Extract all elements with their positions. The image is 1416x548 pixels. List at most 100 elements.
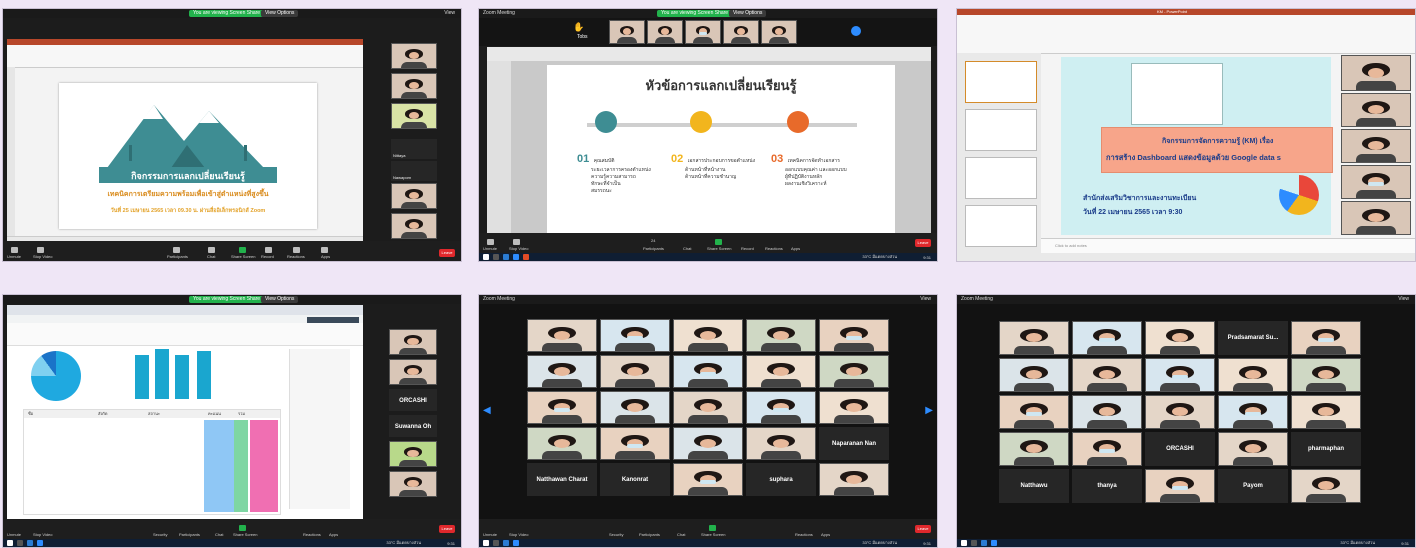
participant-video[interactable] xyxy=(389,441,437,467)
participant-video[interactable] xyxy=(527,391,597,424)
participant-video[interactable] xyxy=(999,358,1069,392)
leave-button[interactable]: Leave xyxy=(439,249,455,257)
participant-tile[interactable]: Natthawu xyxy=(999,469,1069,503)
participants-button[interactable]: Participants xyxy=(167,254,188,259)
edge-icon[interactable] xyxy=(981,540,987,546)
participant-video[interactable] xyxy=(746,355,816,388)
participant-video[interactable] xyxy=(1072,321,1142,355)
participant-video[interactable] xyxy=(999,432,1069,466)
share-screen-button[interactable]: Share Screen xyxy=(233,532,257,537)
chat-button[interactable]: Chat xyxy=(215,532,223,537)
zoom-icon[interactable] xyxy=(37,540,43,546)
leave-button[interactable]: Leave xyxy=(439,525,455,533)
notes-placeholder[interactable]: Click to add notes xyxy=(1055,243,1087,248)
participant-video[interactable] xyxy=(1072,358,1142,392)
participant-video[interactable] xyxy=(1072,432,1142,466)
view-options-button[interactable]: View Options xyxy=(261,296,299,303)
participant-tile[interactable]: suphara xyxy=(746,463,816,496)
participant-tile[interactable]: ORCASHI xyxy=(389,389,437,411)
search-icon[interactable] xyxy=(971,540,977,546)
participant-tile[interactable]: Suwanna Oh xyxy=(389,415,437,437)
participant-video[interactable] xyxy=(1341,129,1411,163)
chrome-icon[interactable] xyxy=(523,254,529,260)
edge-icon[interactable] xyxy=(503,540,509,546)
participant-video[interactable] xyxy=(1291,395,1361,429)
slide-thumbnail[interactable] xyxy=(965,61,1037,103)
participant-tile[interactable]: ORCASHI xyxy=(1145,432,1215,466)
chat-icon[interactable] xyxy=(208,247,215,253)
participant-video[interactable] xyxy=(527,355,597,388)
share-screen-button[interactable]: Share Screen xyxy=(701,532,725,537)
participant-video[interactable] xyxy=(1145,395,1215,429)
record-button[interactable]: Record xyxy=(741,246,754,251)
participant-video[interactable] xyxy=(999,321,1069,355)
participant-video[interactable] xyxy=(389,359,437,385)
participant-video[interactable] xyxy=(746,319,816,352)
share-screen-icon[interactable] xyxy=(715,239,722,245)
chart-editor-panel[interactable] xyxy=(289,349,350,509)
participant-video[interactable] xyxy=(1291,358,1361,392)
participant-tile[interactable]: Payom xyxy=(1218,469,1288,503)
slide-thumbnail[interactable] xyxy=(965,205,1037,247)
participant-video[interactable] xyxy=(819,463,889,496)
stop-video-button[interactable]: Stop Video xyxy=(509,246,529,251)
next-page-icon[interactable] xyxy=(851,26,861,36)
participant-video[interactable] xyxy=(1145,321,1215,355)
video-camera-icon[interactable] xyxy=(37,247,44,253)
ppt-ribbon[interactable] xyxy=(957,15,1415,54)
reactions-icon[interactable] xyxy=(293,247,300,253)
apps-button[interactable]: Apps xyxy=(321,254,330,259)
view-button[interactable]: View xyxy=(1398,296,1409,302)
slide-thumbnail[interactable] xyxy=(965,109,1037,151)
participant-video[interactable] xyxy=(600,355,670,388)
reactions-button[interactable]: Reactions xyxy=(303,532,321,537)
participant-tile[interactable]: pharmaphan xyxy=(1291,432,1361,466)
participant-video[interactable] xyxy=(673,463,743,496)
participant-video[interactable] xyxy=(389,471,437,497)
participant-video[interactable] xyxy=(600,319,670,352)
participant-video[interactable] xyxy=(647,20,683,44)
participant-video[interactable] xyxy=(819,391,889,424)
participant-video[interactable] xyxy=(1072,395,1142,429)
view-button[interactable]: View xyxy=(920,296,931,302)
record-button[interactable]: Record xyxy=(261,254,274,259)
unmute-button[interactable]: Unmute xyxy=(483,246,497,251)
participant-video[interactable] xyxy=(391,73,437,99)
browser-tabs[interactable] xyxy=(7,305,363,315)
participant-video[interactable] xyxy=(673,391,743,424)
participant-video[interactable] xyxy=(391,43,437,69)
stop-video-button[interactable]: Stop Video xyxy=(509,532,529,537)
leave-button[interactable]: Leave xyxy=(915,525,931,533)
app-left-tools[interactable] xyxy=(487,61,511,241)
unmute-button[interactable]: Unmute xyxy=(7,532,21,537)
reactions-button[interactable]: Reactions xyxy=(765,246,783,251)
participant-video[interactable] xyxy=(1291,469,1361,503)
participant-video[interactable] xyxy=(1218,395,1288,429)
participants-icon[interactable] xyxy=(173,247,180,253)
participant-video[interactable] xyxy=(1341,165,1411,199)
unmute-button[interactable]: Unmute xyxy=(483,532,497,537)
participant-video[interactable] xyxy=(600,391,670,424)
edge-icon[interactable] xyxy=(27,540,33,546)
participants-button[interactable]: Participants xyxy=(179,532,200,537)
sheets-toolbar[interactable] xyxy=(7,323,363,346)
participant-video[interactable] xyxy=(673,319,743,352)
participant-video[interactable] xyxy=(685,20,721,44)
search-icon[interactable] xyxy=(17,540,23,546)
view-button[interactable]: View xyxy=(444,10,455,16)
notes-pane[interactable]: Click to add notes xyxy=(1041,238,1415,253)
participant-video[interactable] xyxy=(819,355,889,388)
leave-button[interactable]: Leave xyxy=(915,239,931,247)
zoom-icon[interactable] xyxy=(991,540,997,546)
previous-page-icon[interactable]: ◀ xyxy=(483,405,491,416)
participant-video[interactable] xyxy=(1145,469,1215,503)
next-page-icon[interactable]: ▶ xyxy=(925,405,933,416)
share-screen-button[interactable]: Share Screen xyxy=(707,246,731,251)
participant-tile[interactable]: Pradsamarat Su... xyxy=(1218,321,1288,355)
participant-video[interactable] xyxy=(609,20,645,44)
zoom-icon[interactable] xyxy=(513,540,519,546)
stop-video-button[interactable]: Stop Video xyxy=(33,532,53,537)
participant-video[interactable] xyxy=(600,427,670,460)
start-icon[interactable] xyxy=(483,254,489,260)
participant-video[interactable] xyxy=(391,183,437,209)
